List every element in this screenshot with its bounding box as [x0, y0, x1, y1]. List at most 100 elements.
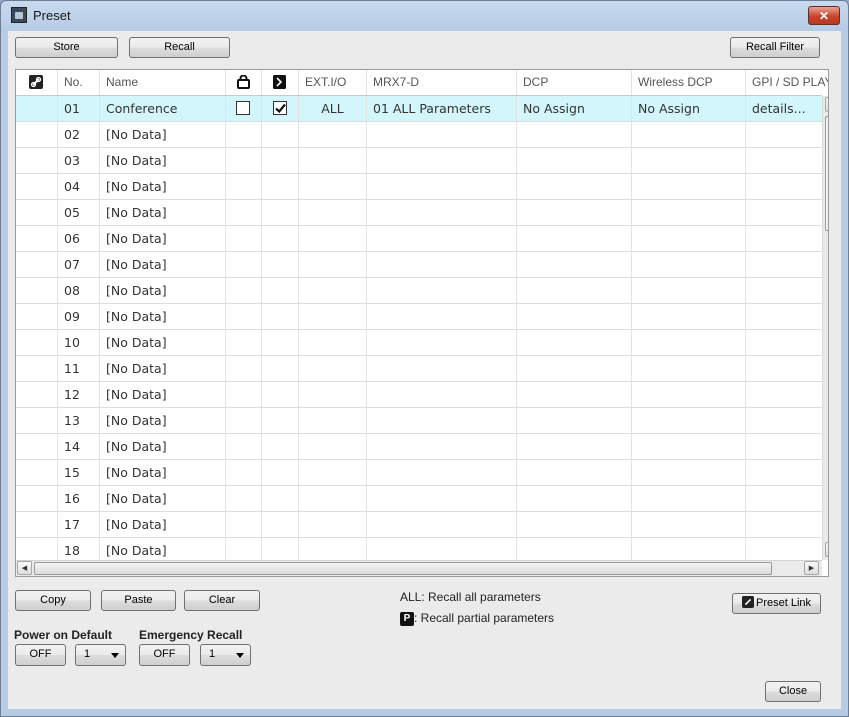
cell-clock[interactable] — [262, 460, 299, 485]
cell-clock[interactable] — [262, 330, 299, 355]
cell-ext-io[interactable] — [299, 304, 367, 329]
cell-clock[interactable] — [262, 356, 299, 381]
cell-ext-io[interactable] — [299, 252, 367, 277]
cell-gpi[interactable] — [746, 304, 828, 329]
cell-dcp[interactable] — [517, 174, 632, 199]
cell-lock[interactable] — [226, 148, 262, 173]
cell-name[interactable]: [No Data] — [100, 252, 226, 277]
table-row[interactable]: 09 [No Data] — [16, 304, 822, 330]
cell-gpi[interactable] — [746, 122, 828, 147]
cell-mrx7d[interactable] — [367, 408, 517, 433]
cell-dcp[interactable]: No Assign — [517, 96, 632, 121]
cell-dcp[interactable] — [517, 226, 632, 251]
cell-clock[interactable] — [262, 122, 299, 147]
cell-name[interactable]: [No Data] — [100, 200, 226, 225]
cell-wireless-dcp[interactable] — [632, 434, 746, 459]
cell-mrx7d[interactable] — [367, 122, 517, 147]
cell-link[interactable] — [16, 512, 58, 537]
cell-lock[interactable] — [226, 408, 262, 433]
cell-no[interactable]: 12 — [58, 382, 100, 407]
cell-link[interactable] — [16, 330, 58, 355]
cell-no[interactable]: 15 — [58, 460, 100, 485]
recall-filter-button[interactable]: Recall Filter — [730, 37, 820, 58]
cell-lock[interactable] — [226, 174, 262, 199]
cell-clock[interactable] — [262, 434, 299, 459]
cell-name[interactable]: [No Data] — [100, 122, 226, 147]
scroll-down-button[interactable]: ▼ — [825, 542, 828, 557]
table-row[interactable]: 15 [No Data] — [16, 460, 822, 486]
cell-dcp[interactable] — [517, 486, 632, 511]
cell-wireless-dcp[interactable] — [632, 122, 746, 147]
cell-clock[interactable] — [262, 96, 299, 121]
cell-dcp[interactable] — [517, 382, 632, 407]
cell-mrx7d[interactable] — [367, 200, 517, 225]
cell-lock[interactable] — [226, 434, 262, 459]
cell-lock[interactable] — [226, 356, 262, 381]
cell-dcp[interactable] — [517, 460, 632, 485]
cell-lock[interactable] — [226, 330, 262, 355]
cell-lock[interactable] — [226, 226, 262, 251]
close-window-button[interactable]: ✕ — [808, 6, 840, 25]
cell-dcp[interactable] — [517, 330, 632, 355]
cell-link[interactable] — [16, 226, 58, 251]
vertical-scrollbar[interactable]: ▲ ▼ — [822, 96, 828, 560]
cell-gpi[interactable] — [746, 434, 828, 459]
cell-ext-io[interactable] — [299, 226, 367, 251]
cell-name[interactable]: [No Data] — [100, 434, 226, 459]
cell-name[interactable]: Conference — [100, 96, 226, 121]
table-row[interactable]: 05 [No Data] — [16, 200, 822, 226]
cell-no[interactable]: 04 — [58, 174, 100, 199]
cell-name[interactable]: [No Data] — [100, 304, 226, 329]
cell-lock[interactable] — [226, 252, 262, 277]
cell-gpi[interactable] — [746, 382, 828, 407]
cell-link[interactable] — [16, 200, 58, 225]
preset-link-button[interactable]: Preset Link — [732, 593, 821, 614]
horizontal-scroll-thumb[interactable] — [34, 562, 772, 575]
cell-lock[interactable] — [226, 512, 262, 537]
cell-clock[interactable] — [262, 408, 299, 433]
cell-clock[interactable] — [262, 226, 299, 251]
cell-gpi[interactable]: details... — [746, 96, 828, 121]
cell-dcp[interactable] — [517, 252, 632, 277]
cell-wireless-dcp[interactable] — [632, 382, 746, 407]
cell-link[interactable] — [16, 408, 58, 433]
cell-gpi[interactable] — [746, 356, 828, 381]
cell-link[interactable] — [16, 278, 58, 303]
cell-wireless-dcp[interactable] — [632, 200, 746, 225]
cell-no[interactable]: 13 — [58, 408, 100, 433]
cell-mrx7d[interactable] — [367, 512, 517, 537]
cell-gpi[interactable] — [746, 148, 828, 173]
cell-mrx7d[interactable] — [367, 278, 517, 303]
cell-wireless-dcp[interactable] — [632, 512, 746, 537]
cell-clock[interactable] — [262, 174, 299, 199]
cell-link[interactable] — [16, 252, 58, 277]
cell-link[interactable] — [16, 382, 58, 407]
cell-ext-io[interactable] — [299, 512, 367, 537]
emergency-recall-select[interactable]: 1 — [200, 644, 251, 666]
cell-wireless-dcp[interactable] — [632, 304, 746, 329]
table-row[interactable]: 10 [No Data] — [16, 330, 822, 356]
cell-no[interactable]: 14 — [58, 434, 100, 459]
cell-wireless-dcp[interactable] — [632, 174, 746, 199]
table-row[interactable]: 01 Conference ALL 01 ALL Parameters No Assig… — [16, 96, 822, 122]
cell-name[interactable]: [No Data] — [100, 460, 226, 485]
cell-ext-io[interactable] — [299, 408, 367, 433]
power-on-default-select[interactable]: 1 — [75, 644, 126, 666]
cell-ext-io[interactable] — [299, 460, 367, 485]
cell-no[interactable]: 11 — [58, 356, 100, 381]
cell-ext-io[interactable]: ALL — [299, 96, 367, 121]
cell-gpi[interactable] — [746, 330, 828, 355]
cell-link[interactable] — [16, 356, 58, 381]
cell-gpi[interactable] — [746, 408, 828, 433]
cell-ext-io[interactable] — [299, 122, 367, 147]
cell-ext-io[interactable] — [299, 278, 367, 303]
cell-name[interactable]: [No Data] — [100, 278, 226, 303]
table-row[interactable]: 07 [No Data] — [16, 252, 822, 278]
cell-mrx7d[interactable] — [367, 226, 517, 251]
clock-checkbox[interactable] — [273, 101, 287, 115]
cell-name[interactable]: [No Data] — [100, 408, 226, 433]
cell-lock[interactable] — [226, 486, 262, 511]
cell-gpi[interactable] — [746, 460, 828, 485]
cell-gpi[interactable] — [746, 252, 828, 277]
store-button[interactable]: Store — [15, 37, 118, 58]
